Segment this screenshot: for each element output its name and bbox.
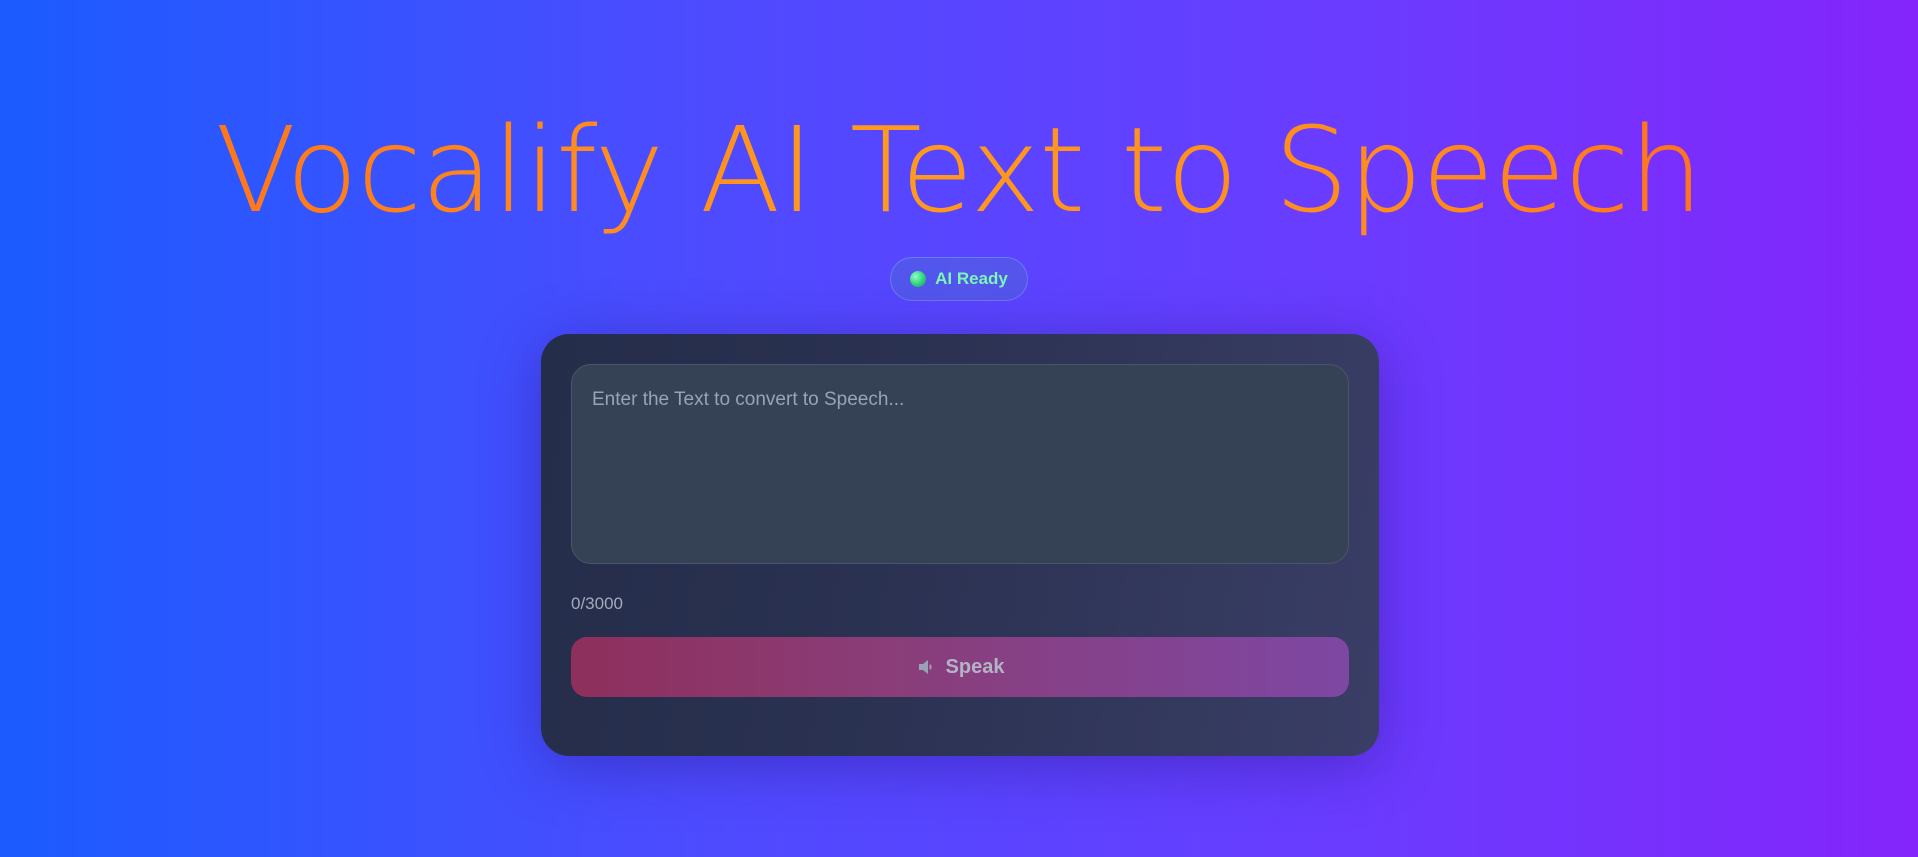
text-input[interactable] xyxy=(571,364,1349,564)
character-counter: 0/3000 xyxy=(571,594,623,613)
speak-button-label: Speak xyxy=(945,655,1005,678)
page-title: Vocalify AI Text to Speech xyxy=(0,100,1918,240)
status-label: AI Ready xyxy=(935,269,1008,288)
speaker-icon xyxy=(918,660,932,674)
status-indicator-icon xyxy=(910,271,927,287)
speak-button[interactable]: Speak xyxy=(571,637,1349,697)
status-badge: AI Ready xyxy=(890,257,1028,301)
tts-card: 0/3000 Speak xyxy=(541,334,1379,756)
